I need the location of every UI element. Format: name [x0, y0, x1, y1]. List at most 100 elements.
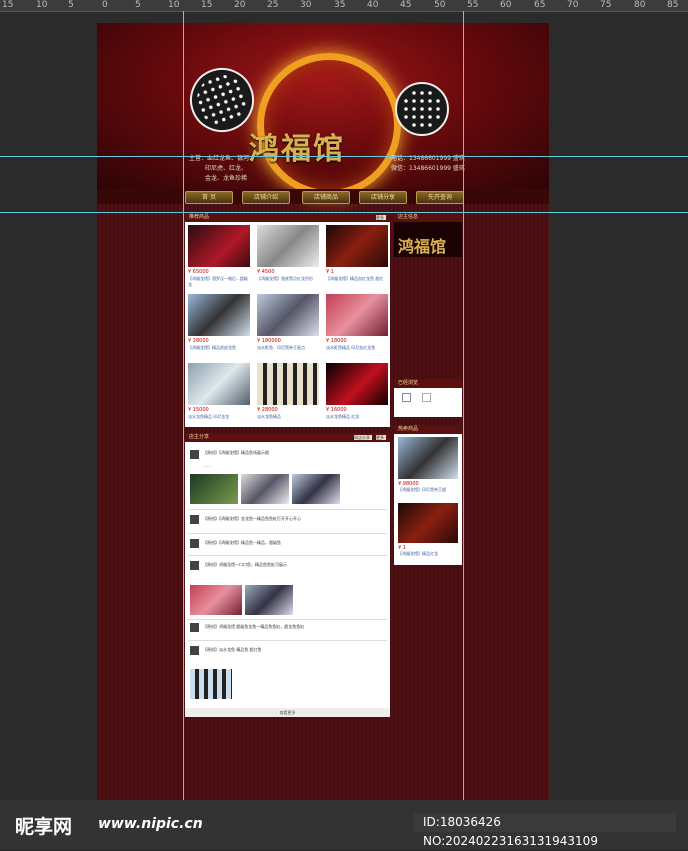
product-link[interactable]: 淡水龙鱼精品: [257, 414, 319, 420]
product-price: ¥ 15000: [188, 407, 209, 413]
post-title[interactable]: 【原创】【鸿福龙馆】金龙鱼一精品鱼鱼缸打开开心开心: [203, 516, 301, 522]
product-link[interactable]: 淡水魟鱼、印尼黑帝王星点: [257, 345, 319, 351]
ruler-tick: 35: [334, 0, 346, 10]
hot-products-title: 热卖商品: [394, 425, 462, 434]
post-title[interactable]: 【原创】【鸿福龙馆】精品鱼一精品，超级鱼: [203, 540, 281, 546]
product-image[interactable]: [326, 294, 388, 336]
hot-products-panel: 热卖商品 ¥ 98000 【鸿福龙馆】印尼黑帝王超 ¥ 1 【鸿福龙馆】精品红龙: [394, 425, 462, 565]
ruler-tick: 20: [234, 0, 246, 10]
product-link[interactable]: 淡水龙鱼精品 印尼金龙: [188, 414, 250, 420]
ruler-tick: 70: [567, 0, 579, 10]
guide-line: [183, 11, 184, 800]
product-image[interactable]: [257, 225, 319, 267]
product-price: ¥ 28000: [188, 338, 209, 344]
ruler-tick: 25: [267, 0, 279, 10]
product-image[interactable]: [257, 363, 319, 405]
product-image[interactable]: [257, 294, 319, 336]
product-image[interactable]: [188, 294, 250, 336]
recently-viewed-panel: 已经浏览: [394, 379, 462, 417]
hot-product-image[interactable]: [398, 503, 458, 543]
product-link[interactable]: 【鸿福龙馆】精品血红龙鱼 超红: [326, 276, 388, 282]
nav-bar: 首 页 店铺介绍 店铺商品 店铺分享 先开查询: [97, 189, 549, 204]
guide-line: [0, 212, 688, 213]
header-main-info: 主营：血红龙鱼、银河、 印尼虎、红龙、 金龙、龙鱼珍稀: [189, 155, 256, 182]
ruler-tick: 80: [634, 0, 646, 10]
product-price: ¥ 180000: [257, 338, 281, 344]
avatar: [190, 646, 199, 655]
product-price: ¥ 16000: [326, 407, 347, 413]
product-link[interactable]: 【鸿福龙馆】酒罗汉一格后...超级龙: [188, 276, 250, 288]
post-title[interactable]: 【原创】鸿福龙馆 超级鱼龙鱼一精品鱼鱼缸，超龙鱼鱼缸: [203, 624, 304, 630]
ruler-tick: 60: [500, 0, 512, 10]
post-title[interactable]: 【原创】【鸿福龙馆】精品鱼场展示图: [203, 450, 269, 456]
viewed-item-icon[interactable]: [402, 393, 411, 402]
product-price: ¥ 28000: [257, 407, 278, 413]
post-image[interactable]: [241, 474, 289, 504]
share-panel: 店主分享 网店分享 更多 【原创】【鸿福龙馆】精品鱼场展示图 …… 【原创】【鸿福龙…: [185, 433, 390, 717]
product-link[interactable]: 【鸿福龙馆】精品虎皮龙鱼: [188, 345, 250, 351]
share-title: 店主分享 网店分享 更多: [185, 433, 390, 442]
post-image[interactable]: [190, 474, 238, 504]
product-image[interactable]: [326, 225, 388, 267]
product-price: ¥ 1: [326, 269, 334, 275]
nav-shop-products[interactable]: 店铺商品: [302, 191, 350, 204]
hot-product-link[interactable]: 【鸿福龙馆】印尼黑帝王超: [398, 487, 458, 493]
product-link[interactable]: 淡水魟鱼精品 印尼血红龙鱼: [326, 345, 388, 351]
ruler-tick: 55: [467, 0, 479, 10]
ruler-tick: 40: [367, 0, 379, 10]
nav-query[interactable]: 先开查询: [416, 191, 464, 204]
brand-title: 鸿福馆: [249, 132, 345, 167]
share-tab[interactable]: 网店分享: [354, 435, 372, 440]
post-image[interactable]: [292, 474, 340, 504]
ruler-tick: 15: [201, 0, 213, 10]
product-image[interactable]: [188, 225, 250, 267]
ruler-tick: 65: [534, 0, 546, 10]
viewed-item-icon[interactable]: [422, 393, 431, 402]
ruler-tick: 5: [135, 0, 141, 10]
watermark-url: www.nipic.cn: [98, 816, 203, 832]
product-link[interactable]: 【鸿福龙馆】银底黑点红龙吊形: [257, 276, 319, 282]
post-title[interactable]: 【原创】鸿福龙馆一口口鱼，精品鱼鱼缸可展示: [203, 562, 287, 568]
ruler-tick: 85: [667, 0, 679, 10]
product-image[interactable]: [326, 363, 388, 405]
ruler-tick: 50: [434, 0, 446, 10]
nav-shop-share[interactable]: 店铺分享: [359, 191, 407, 204]
product-price: ¥ 4500: [257, 269, 275, 275]
post-image[interactable]: [190, 669, 232, 699]
ruler-tick: 10: [168, 0, 180, 10]
ruler-tick: 15: [2, 0, 14, 10]
guide-line: [0, 156, 688, 157]
share-footer-link[interactable]: 查看更多: [185, 708, 390, 717]
ruler-tick: 45: [400, 0, 412, 10]
recently-viewed-title: 已经浏览: [394, 379, 462, 388]
post-image[interactable]: [190, 585, 242, 615]
watermark-logo: 昵享网: [15, 816, 73, 838]
guide-line: [463, 11, 464, 800]
avatar: [190, 561, 199, 570]
shop-info-panel: 店主信息 鸿福馆: [394, 213, 462, 257]
recommend-more-button[interactable]: 更多: [376, 215, 386, 220]
shop-info-title: 店主信息: [394, 213, 462, 222]
nav-shop-intro[interactable]: 店铺介绍: [242, 191, 290, 204]
ruler-tick: 75: [600, 0, 612, 10]
post-title[interactable]: 【原创】淡水龙鱼 精品鱼 超红鱼: [203, 647, 262, 653]
ruler: 15 10 5 0 5 10 15 20 25 30 35 40 45 50 5…: [0, 0, 688, 12]
watermark-id: ID:18036426 NO:20240223163131943109: [414, 813, 676, 848]
product-link[interactable]: 淡水龙鱼精品 红龙: [326, 414, 388, 420]
post-image[interactable]: [245, 585, 293, 615]
stingray-image-right: [395, 82, 449, 136]
shop-logo: 鸿福馆: [398, 237, 447, 256]
ruler-tick: 30: [300, 0, 312, 10]
post-excerpt: ……: [203, 463, 211, 468]
nav-home[interactable]: 首 页: [185, 191, 233, 204]
ruler-tick: 10: [36, 0, 48, 10]
header-contact-info: 电话：13486601999 盛琪 微信：13486601999 盛琪: [391, 155, 465, 172]
avatar: [190, 623, 199, 632]
recommend-panel: 推荐商品 更多 ¥ 65000 ¥ 4500 ¥ 1 【鸿福龙馆】酒罗汉一格后..…: [185, 213, 390, 427]
hot-product-image[interactable]: [398, 437, 458, 479]
design-canvas: 鸿福馆 主营：血红龙鱼、银河、 印尼虎、红龙、 金龙、龙鱼珍稀 电话：13486…: [97, 23, 549, 823]
product-image[interactable]: [188, 363, 250, 405]
hot-product-link[interactable]: 【鸿福龙馆】精品红龙: [398, 551, 458, 557]
share-more-button[interactable]: 更多: [376, 435, 386, 440]
recommend-title: 推荐商品 更多: [185, 213, 390, 222]
